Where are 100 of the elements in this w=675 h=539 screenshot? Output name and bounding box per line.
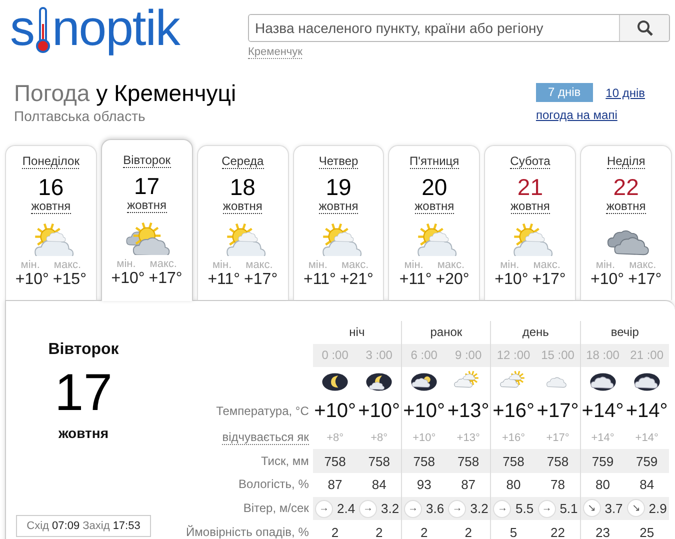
feels-like-value: +14° xyxy=(591,432,614,444)
precipitation-value: 2 xyxy=(464,524,472,539)
temperature-value: +10° xyxy=(314,400,356,422)
map-link[interactable]: погода на мапі xyxy=(536,108,618,122)
feels-like-link[interactable]: відчувається як xyxy=(222,430,309,446)
weekday-link[interactable]: Понеділок xyxy=(22,155,80,169)
temperature-value: +17° xyxy=(536,400,579,422)
day-number: 21 xyxy=(517,174,544,200)
day-card[interactable]: Неділя 22 жовтня мін. макс. +10° +17° xyxy=(580,145,672,300)
humidity-value: 93 xyxy=(416,477,432,492)
precipitation-value: 2 xyxy=(331,524,339,539)
min-temperature: +11° xyxy=(208,271,240,289)
day-number: 19 xyxy=(326,174,352,200)
wind-label: Вітер, м/сек xyxy=(243,500,309,515)
day-card[interactable]: Понеділок 16 жовтня мін. макс. +10° +15° xyxy=(5,145,97,300)
feels-like-value: +8° xyxy=(326,432,344,444)
temperature-value: +16° xyxy=(492,400,534,422)
humidity-label: Вологість, % xyxy=(238,477,309,492)
day-card[interactable]: Четвер 19 жовтня мін. макс. +11° +21° xyxy=(292,145,384,300)
weekday-link[interactable]: Середа xyxy=(222,155,264,169)
min-label: мін. xyxy=(20,259,40,271)
month-link[interactable]: жовтня xyxy=(414,200,454,214)
temperature-value: +14° xyxy=(582,400,624,422)
wind-direction-icon: → xyxy=(538,500,556,518)
search-button[interactable] xyxy=(619,15,669,41)
sun-cloud-icon xyxy=(124,221,170,255)
sunrise-label: Схід xyxy=(26,520,49,532)
hour-label: 18 :00 xyxy=(586,348,620,362)
recent-search-link[interactable]: Кременчук xyxy=(248,46,302,59)
wind-direction-icon: → xyxy=(448,500,466,518)
detail-day-number: 17 xyxy=(54,365,112,421)
feels-like-value: +13° xyxy=(456,432,480,444)
temperature-value: +10° xyxy=(403,400,446,422)
view-tab[interactable]: 10 днів xyxy=(606,86,645,100)
humidity-value: 80 xyxy=(596,477,610,492)
pressure-label: Тиск, мм xyxy=(260,454,309,468)
precipitation-value: 2 xyxy=(375,524,383,539)
weekday-link[interactable]: Вівторок xyxy=(123,154,170,168)
precipitation-value: 23 xyxy=(596,524,610,539)
day-card[interactable]: Середа 18 жовтня мін. макс. +11° +17° xyxy=(196,145,289,300)
search-icon xyxy=(636,20,652,36)
humidity-value: 87 xyxy=(328,477,342,492)
feels-like-value: +10° xyxy=(412,432,436,444)
region-label: Полтавська область xyxy=(14,108,146,124)
humidity-value: 84 xyxy=(640,477,654,492)
month-link[interactable]: жовтня xyxy=(222,200,262,214)
logo[interactable]: s noptik xyxy=(10,0,248,56)
weekday-link[interactable]: Четвер xyxy=(318,155,358,169)
weekday-link[interactable]: П'ятниця xyxy=(410,155,460,169)
hour-label: 15 :00 xyxy=(541,348,574,362)
day-number: 17 xyxy=(134,173,160,199)
max-temperature: +17° xyxy=(244,271,278,289)
humidity-value: 80 xyxy=(506,477,521,492)
temperature-value: +14° xyxy=(626,400,668,422)
wind-direction-icon: → xyxy=(359,500,378,518)
hour-label: 12 :00 xyxy=(496,348,530,362)
max-label: макс. xyxy=(341,259,369,271)
page-title: Погода у Кременчуці xyxy=(14,80,236,107)
hour-label: 0 :00 xyxy=(322,348,348,362)
max-label: макс. xyxy=(437,259,465,271)
day-number: 18 xyxy=(230,174,256,200)
weekday-link[interactable]: Неділя xyxy=(606,155,646,169)
min-label: мін. xyxy=(212,259,232,271)
wind-speed: 5.5 xyxy=(515,501,534,516)
weekday-link[interactable]: Субота xyxy=(510,155,550,169)
max-temperature: +17° xyxy=(532,271,566,289)
sunrise-time: 07:09 xyxy=(52,520,80,532)
period-label: день xyxy=(522,325,549,340)
month-link[interactable]: жовтня xyxy=(510,200,550,214)
max-label: макс. xyxy=(533,259,560,271)
min-temperature: +10° xyxy=(494,271,528,289)
month-link[interactable]: жовтня xyxy=(127,199,166,213)
month-link[interactable]: жовтня xyxy=(31,200,71,214)
pressure-value: 758 xyxy=(457,454,480,469)
precipitation-value: 22 xyxy=(550,524,565,539)
month-link[interactable]: жовтня xyxy=(318,200,358,214)
min-label: мін. xyxy=(596,259,616,271)
day-card[interactable]: Субота 21 жовтня мін. макс. +10° +17° xyxy=(484,145,576,300)
wind-speed: 2.9 xyxy=(648,500,667,516)
hour-label: 6 :00 xyxy=(410,348,438,362)
min-label: мін. xyxy=(308,259,328,271)
day-card[interactable]: Вівторок 17 жовтня мін. макс. +10° +17° xyxy=(100,139,193,301)
min-temperature: +11° xyxy=(399,271,432,289)
precipitation-value: 5 xyxy=(510,524,518,539)
day-card[interactable]: П'ятниця 20 жовтня мін. макс. +11° +20° xyxy=(388,145,480,300)
search-field[interactable]: Назва населеного пункту, країни або регіону xyxy=(248,14,670,42)
month-link[interactable]: жовтня xyxy=(606,200,646,214)
max-temperature: +15° xyxy=(52,271,86,289)
wind-speed: 3.2 xyxy=(381,501,400,516)
precipitation-value: 25 xyxy=(640,524,654,539)
wind-speed: 3.6 xyxy=(426,501,444,516)
period-label: ніч xyxy=(349,325,365,340)
pressure-value: 759 xyxy=(636,454,658,469)
sunset-label: Захід xyxy=(82,520,110,532)
detail-weekday: Вівторок xyxy=(48,341,119,359)
day-number: 20 xyxy=(422,174,448,200)
wind-speed: 3.7 xyxy=(604,500,623,516)
min-label: мін. xyxy=(404,259,424,271)
wind-speed: 3.2 xyxy=(470,501,488,516)
min-temperature: +10° xyxy=(590,271,624,289)
